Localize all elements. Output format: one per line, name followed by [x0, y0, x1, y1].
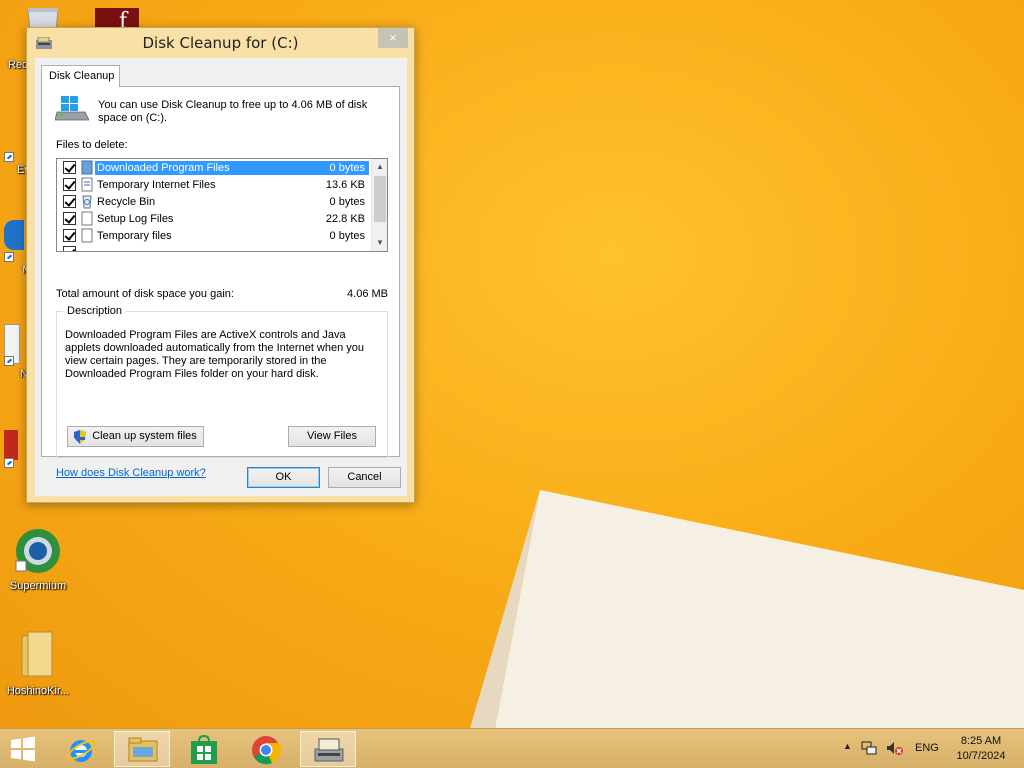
file-size: 22.8 KB: [325, 213, 365, 225]
file-name: Temporary files: [97, 230, 172, 242]
disk-cleanup-icon: [314, 738, 344, 762]
desktop-icon-label: HoshinoKir...: [6, 685, 70, 697]
list-item[interactable]: Setup Log Files 22.8 KB: [57, 210, 371, 227]
view-files-button[interactable]: View Files: [288, 426, 376, 447]
start-button[interactable]: [0, 731, 48, 767]
drive-icon: [55, 96, 89, 121]
list-item[interactable]: Recycle Bin 0 bytes: [57, 193, 371, 210]
file-size: 13.6 KB: [325, 179, 365, 191]
clock-date: 10/7/2024: [956, 750, 1006, 762]
close-button[interactable]: ×: [378, 28, 408, 48]
checkbox[interactable]: [63, 246, 76, 251]
file-explorer-icon: [128, 737, 158, 762]
tab-panel: You can use Disk Cleanup to free up to 4…: [41, 86, 400, 479]
list-item[interactable]: Temporary files 0 bytes: [57, 227, 371, 244]
taskbar: ▲ ENG 8:25 AM 10/7/2024: [0, 728, 1024, 768]
internet-files-icon: [81, 177, 93, 192]
checkbox[interactable]: [63, 212, 76, 225]
help-link[interactable]: How does Disk Cleanup work?: [56, 467, 206, 479]
list-item[interactable]: Downloaded Program Files 0 bytes: [57, 159, 371, 176]
taskbar-chrome[interactable]: [238, 731, 294, 767]
taskbar-file-explorer[interactable]: [114, 731, 170, 767]
shortcut-icon: [0, 142, 22, 162]
total-value: 4.06 MB: [347, 288, 388, 300]
taskbar-internet-explorer[interactable]: [53, 731, 109, 767]
dialog-title: Disk Cleanup for (C:): [142, 34, 299, 52]
internet-explorer-icon: [66, 740, 96, 762]
scroll-down-arrow-icon[interactable]: ▼: [372, 235, 387, 251]
description-legend: Description: [63, 305, 127, 317]
total-label: Total amount of disk space you gain:: [56, 288, 234, 300]
file-size: 0 bytes: [329, 230, 365, 242]
uac-shield-icon: [74, 430, 86, 444]
checkbox[interactable]: [63, 195, 76, 208]
temp-file-icon: [81, 228, 93, 243]
log-file-icon: [81, 211, 93, 226]
checkbox[interactable]: [63, 229, 76, 242]
chrome-icon: [252, 736, 281, 765]
file-name: Downloaded Program Files: [95, 161, 369, 175]
ok-button[interactable]: OK: [247, 467, 320, 488]
volume-muted-icon[interactable]: [886, 740, 904, 756]
file-name: Temporary Internet Files: [97, 179, 216, 191]
file-size: 0 bytes: [329, 162, 365, 174]
store-icon: [191, 734, 217, 764]
scroll-thumb[interactable]: [374, 176, 386, 222]
shortcut-icon: [0, 220, 24, 262]
clock[interactable]: 8:25 AM 10/7/2024: [948, 734, 1014, 764]
file-size: 0 bytes: [329, 196, 365, 208]
list-item-partial[interactable]: [57, 244, 371, 251]
button-label: Clean up system files: [92, 430, 197, 442]
file-name: Setup Log Files: [97, 213, 174, 225]
files-to-delete-label: Files to delete:: [56, 139, 128, 151]
desktop-icon-supermium[interactable]: Supermium: [0, 527, 76, 592]
clock-time: 8:25 AM: [960, 735, 1002, 747]
taskbar-store[interactable]: [176, 731, 232, 767]
shortcut-icon: [0, 428, 20, 468]
dialog-client: Disk Cleanup You can use Disk Cleanup to…: [35, 58, 407, 496]
clean-up-system-files-button[interactable]: Clean up system files: [67, 426, 204, 447]
file-name: Recycle Bin: [97, 196, 156, 208]
list-item[interactable]: Temporary Internet Files 13.6 KB: [57, 176, 371, 193]
files-to-delete-list[interactable]: Downloaded Program Files 0 bytes Tempora…: [56, 158, 388, 252]
network-icon[interactable]: [861, 740, 877, 756]
scroll-up-arrow-icon[interactable]: ▲: [372, 159, 387, 175]
shortcut-icon: [0, 322, 20, 366]
language-indicator[interactable]: ENG: [915, 742, 939, 754]
taskbar-disk-cleanup[interactable]: [300, 731, 356, 767]
show-hidden-icons-arrow-icon[interactable]: ▲: [843, 741, 852, 751]
title-bar[interactable]: Disk Cleanup for (C:) ×: [27, 28, 414, 58]
intro-text: You can use Disk Cleanup to free up to 4…: [98, 99, 368, 124]
checkbox[interactable]: [63, 161, 76, 174]
checkbox[interactable]: [63, 178, 76, 191]
desktop-icon-hoshino[interactable]: HoshinoKir...: [0, 630, 76, 697]
supermium-browser-icon: [15, 529, 60, 573]
program-files-icon: [81, 160, 93, 175]
description-group: Description Downloaded Program Files are…: [56, 305, 388, 458]
tab-disk-cleanup[interactable]: Disk Cleanup: [41, 65, 120, 87]
folder-icon: [21, 631, 53, 677]
cancel-button[interactable]: Cancel: [328, 467, 401, 488]
description-text: Downloaded Program Files are ActiveX con…: [65, 329, 365, 380]
desktop-icon-label: Supermium: [9, 580, 67, 592]
disk-cleanup-dialog: Disk Cleanup for (C:) × Disk Cleanup You…: [26, 27, 415, 503]
start-icon: [11, 736, 35, 762]
recycle-bin-icon: [82, 195, 92, 209]
list-scrollbar[interactable]: ▲ ▼: [371, 159, 387, 251]
